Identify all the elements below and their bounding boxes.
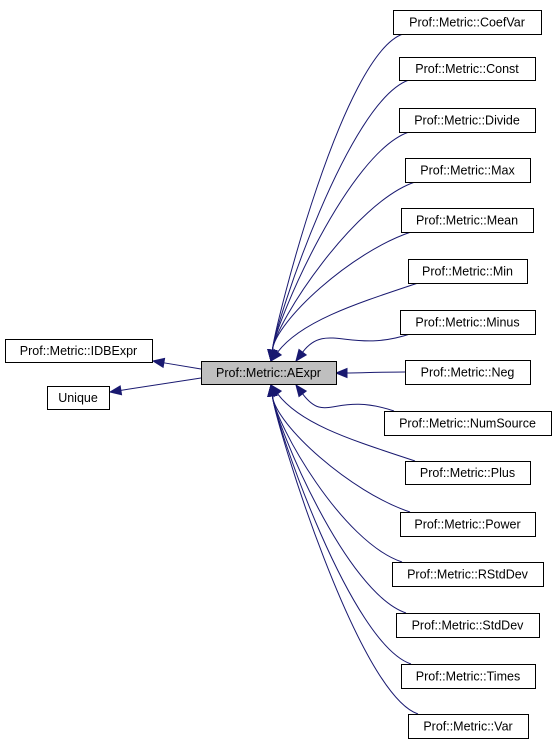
edge-minus-to-aexpr (302, 333, 411, 353)
edge-times-to-aexpr (271, 395, 412, 665)
edge-var-to-aexpr (271, 395, 419, 715)
edge-numsource-to-aexpr (302, 393, 395, 412)
node-label: Prof::Metric::StdDev (412, 619, 525, 633)
node-aexpr[interactable]: Prof::Metric::AExpr (201, 361, 337, 385)
node-label: Prof::Metric::AExpr (216, 366, 321, 380)
node-const[interactable]: Prof::Metric::Const (399, 57, 536, 81)
node-plus[interactable]: Prof::Metric::Plus (405, 461, 531, 485)
node-divide[interactable]: Prof::Metric::Divide (399, 108, 536, 133)
node-label: Prof::Metric::Const (415, 62, 519, 76)
node-label: Prof::Metric::Minus (415, 316, 519, 330)
nodes-layer: Prof::Metric::AExpr Prof::Metric::IDBExpr… (5, 10, 552, 739)
node-power[interactable]: Prof::Metric::Power (400, 512, 536, 537)
node-label: Prof::Metric::NumSource (399, 417, 536, 431)
edge-rstddev-to-aexpr (271, 395, 403, 563)
node-idbexpr[interactable]: Prof::Metric::IDBExpr (5, 339, 153, 363)
node-label: Prof::Metric::Mean (416, 214, 518, 228)
node-rstddev[interactable]: Prof::Metric::RStdDev (392, 562, 544, 587)
node-mean[interactable]: Prof::Metric::Mean (401, 208, 534, 233)
edge-aexpr-to-unique (120, 377, 202, 391)
arrowhead-numsource (295, 383, 308, 398)
node-label: Unique (58, 391, 98, 405)
node-var[interactable]: Prof::Metric::Var (408, 714, 529, 739)
node-label: Prof::Metric::Power (414, 518, 520, 532)
arrowhead-neg (334, 367, 348, 379)
node-neg[interactable]: Prof::Metric::Neg (405, 360, 531, 385)
node-label: Prof::Metric::Divide (414, 114, 520, 128)
edge-coefvar-to-aexpr (271, 33, 404, 351)
arrowhead-minus (295, 348, 308, 363)
edge-neg-to-aexpr (346, 371, 406, 374)
node-label: Prof::Metric::Neg (421, 366, 515, 380)
node-times[interactable]: Prof::Metric::Times (401, 664, 536, 689)
node-label: Prof::Metric::Min (422, 265, 513, 279)
edge-aexpr-to-idbexpr (163, 362, 202, 370)
arrowhead-unique (108, 385, 123, 396)
node-label: Prof::Metric::Var (423, 720, 512, 734)
node-label: Prof::Metric::Times (416, 670, 520, 684)
node-label: Prof::Metric::CoefVar (409, 16, 525, 30)
node-minus[interactable]: Prof::Metric::Minus (400, 310, 536, 335)
node-coefvar[interactable]: Prof::Metric::CoefVar (393, 10, 542, 35)
node-stddev[interactable]: Prof::Metric::StdDev (396, 613, 540, 638)
edge-max-to-aexpr (271, 181, 416, 351)
node-label: Prof::Metric::RStdDev (407, 568, 529, 582)
node-label: Prof::Metric::IDBExpr (20, 344, 137, 358)
edge-min-to-aexpr (277, 282, 419, 353)
inheritance-diagram: Prof::Metric::AExpr Prof::Metric::IDBExpr… (5, 10, 552, 739)
node-label: Prof::Metric::Plus (420, 466, 515, 480)
node-min[interactable]: Prof::Metric::Min (408, 259, 528, 284)
node-max[interactable]: Prof::Metric::Max (405, 158, 531, 183)
node-numsource[interactable]: Prof::Metric::NumSource (384, 411, 552, 436)
node-unique[interactable]: Unique (47, 386, 110, 410)
node-label: Prof::Metric::Max (420, 164, 515, 178)
arrowhead-idbexpr (151, 357, 166, 369)
edge-const-to-aexpr (271, 79, 410, 351)
